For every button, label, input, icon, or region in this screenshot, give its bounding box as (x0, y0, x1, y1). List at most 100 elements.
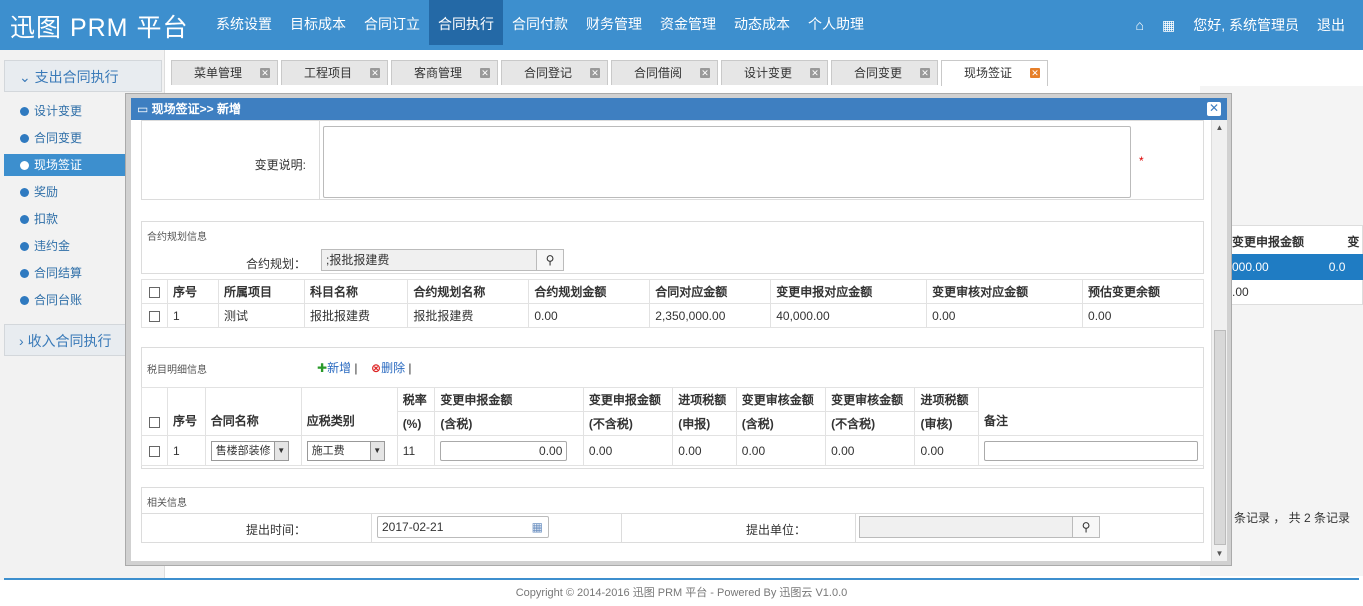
user-greeting[interactable]: 您好, 系统管理员 (1193, 15, 1299, 35)
circle-icon (20, 188, 29, 197)
top-bar: 迅图 PRM 平台 系统设置 目标成本 合同订立 合同执行 合同付款 财务管理 … (0, 0, 1363, 50)
sidebar-item-penalty[interactable]: 违约金 (4, 235, 128, 257)
scroll-down-icon[interactable]: ▼ (1212, 549, 1227, 558)
chevron-down-icon: ▼ (273, 441, 288, 460)
sidebar-item-settlement[interactable]: 合同结算 (4, 262, 128, 284)
tab-contract-register[interactable]: 合同登记 ✕ (501, 60, 608, 85)
window-icon: ▭ (137, 102, 152, 116)
sidebar-item-design-change[interactable]: 设计变更 (4, 100, 128, 122)
site-visa-dialog: ▭ 现场签证>> 新增 ✕ 变更说明: * 合约规划信息 合约规划： ;报批报建费… (125, 93, 1232, 566)
divider (141, 513, 1204, 514)
select-all-checkbox[interactable] (149, 286, 160, 298)
circle-icon (20, 134, 29, 143)
main-nav: 系统设置 目标成本 合同订立 合同执行 合同付款 财务管理 资金管理 动态成本 … (207, 0, 873, 45)
dialog-body: 变更说明: * 合约规划信息 合约规划： ;报批报建费 ⚲ 序号 所属项目 科目… (131, 120, 1227, 561)
add-button[interactable]: ✚新增 | (317, 359, 358, 376)
sidebar-group-expense[interactable]: ⌄ 支出合同执行 (4, 60, 162, 92)
remark-input[interactable] (984, 440, 1198, 461)
close-icon[interactable]: ✕ (370, 68, 380, 78)
close-icon[interactable]: ✕ (700, 68, 710, 78)
amount-input[interactable]: 0.00 (440, 440, 568, 461)
nav-item-contract-exec[interactable]: 合同执行 (429, 0, 503, 45)
close-icon[interactable]: ✕ (260, 68, 270, 78)
circle-icon (20, 296, 29, 305)
plan-label: 合约规划： (245, 257, 306, 271)
row-checkbox[interactable] (149, 445, 160, 457)
close-icon[interactable]: ✕ (590, 68, 600, 78)
submit-time-input[interactable]: 2017-02-21 ▦ (377, 516, 549, 538)
nav-item-settings[interactable]: 系统设置 (207, 0, 281, 45)
close-icon[interactable]: ✕ (1030, 68, 1040, 78)
sidebar-item-site-visa[interactable]: 现场签证 (4, 154, 128, 176)
divider (621, 513, 622, 543)
close-icon[interactable]: ✕ (810, 68, 820, 78)
tax-table: 序号 合同名称 应税类别 税率 变更申报金额 变更申报金额 进项税额 变更审核金… (141, 387, 1204, 466)
tab-merchant[interactable]: 客商管理 ✕ (391, 60, 498, 85)
circle-icon (20, 215, 29, 224)
chevron-right-icon: › (19, 333, 28, 349)
nav-item-funds[interactable]: 资金管理 (651, 0, 725, 45)
plan-section-title: 合约规划信息 (147, 232, 207, 243)
tab-site-visa[interactable]: 现场签证 ✕ (941, 60, 1048, 86)
plus-icon: ✚ (317, 361, 328, 375)
nav-item-target-cost[interactable]: 目标成本 (281, 0, 355, 45)
background-row-selected[interactable]: 000.00 0.0 (1220, 254, 1363, 280)
tab-contract-borrow[interactable]: 合同借阅 ✕ (611, 60, 718, 85)
tab-design-change[interactable]: 设计变更 ✕ (721, 60, 828, 85)
sidebar-item-contract-change[interactable]: 合同变更 (4, 127, 128, 149)
sidebar-item-reward[interactable]: 奖励 (4, 181, 128, 203)
dialog-header: ▭ 现场签证>> 新增 ✕ (131, 98, 1227, 120)
circle-icon (20, 107, 29, 116)
plan-table: 序号 所属项目 科目名称 合约规划名称 合约规划金额 合同对应金额 变更申报对应… (141, 279, 1204, 328)
close-icon[interactable]: ✕ (1207, 102, 1221, 116)
footer-line (4, 578, 1359, 580)
scrollbar[interactable]: ▲ ▼ (1211, 120, 1227, 561)
table-row[interactable]: 1 售楼部装修 ▼ 施工费 ▼ 11 0.00 0.00 0.00 0.00 0.0… (141, 435, 1204, 466)
delete-icon: ⊗ (371, 361, 382, 375)
related-section-title: 相关信息 (147, 498, 187, 509)
search-icon[interactable]: ⚲ (536, 249, 564, 271)
row-checkbox[interactable] (149, 310, 160, 322)
nav-item-assistant[interactable]: 个人助理 (799, 0, 873, 45)
nav-item-dynamic-cost[interactable]: 动态成本 (725, 0, 799, 45)
submit-unit-field[interactable] (859, 516, 1073, 538)
calendar-icon[interactable]: ▦ (532, 517, 543, 537)
tab-bar: 菜单管理 ✕ 工程项目 ✕ 客商管理 ✕ 合同登记 ✕ 合同借阅 ✕ 设计变更 ✕ 合同变更… (171, 60, 1051, 86)
change-desc-label: 变更说明: (254, 158, 306, 172)
sidebar-item-deduction[interactable]: 扣款 (4, 208, 128, 230)
grid-icon[interactable]: ▦ (1162, 17, 1175, 34)
nav-item-contract-pay[interactable]: 合同付款 (503, 0, 577, 45)
logout-link[interactable]: 退出 (1317, 15, 1345, 35)
footer: Copyright © 2014-2016 迅图 PRM 平台 - Powere… (515, 587, 848, 599)
delete-button[interactable]: ⊗删除 | (371, 359, 412, 376)
plan-field[interactable]: ;报批报建费 (321, 249, 537, 271)
nav-item-contract-sign[interactable]: 合同订立 (355, 0, 429, 45)
app-logo: 迅图 PRM 平台 (10, 14, 189, 42)
tab-menu[interactable]: 菜单管理 ✕ (171, 60, 278, 85)
submit-time-label: 提出时间： (245, 523, 306, 537)
background-row[interactable]: .00 (1220, 279, 1363, 305)
home-icon[interactable]: ⌂ (1136, 17, 1144, 33)
scroll-up-icon[interactable]: ▲ (1212, 123, 1227, 132)
tab-project[interactable]: 工程项目 ✕ (281, 60, 388, 85)
close-icon[interactable]: ✕ (920, 68, 930, 78)
search-icon[interactable]: ⚲ (1072, 516, 1100, 538)
chevron-down-icon: ▼ (369, 441, 384, 460)
circle-icon (20, 269, 29, 278)
table-row[interactable]: 1 测试 报批报建费 报批报建费 0.00 2,350,000.00 40,00… (141, 303, 1204, 328)
tab-contract-change[interactable]: 合同变更 ✕ (831, 60, 938, 85)
close-icon[interactable]: ✕ (480, 68, 490, 78)
tax-section-title: 税目明细信息 (147, 365, 207, 376)
scroll-thumb[interactable] (1214, 330, 1226, 545)
sidebar-item-ledger[interactable]: 合同台账 (4, 289, 128, 311)
top-right: ⌂ ▦ 您好, 系统管理员 退出 (1136, 0, 1363, 50)
change-desc-textarea[interactable] (323, 126, 1131, 198)
background-header: 变更申报金额 变更 (1220, 235, 1360, 275)
select-all-checkbox[interactable] (149, 417, 160, 429)
contract-select[interactable]: 售楼部装修 ▼ (210, 440, 289, 461)
divider (855, 513, 856, 543)
circle-icon (20, 242, 29, 251)
taxtype-select[interactable]: 施工费 ▼ (306, 440, 385, 461)
nav-item-finance[interactable]: 财务管理 (577, 0, 651, 45)
divider (319, 120, 320, 200)
